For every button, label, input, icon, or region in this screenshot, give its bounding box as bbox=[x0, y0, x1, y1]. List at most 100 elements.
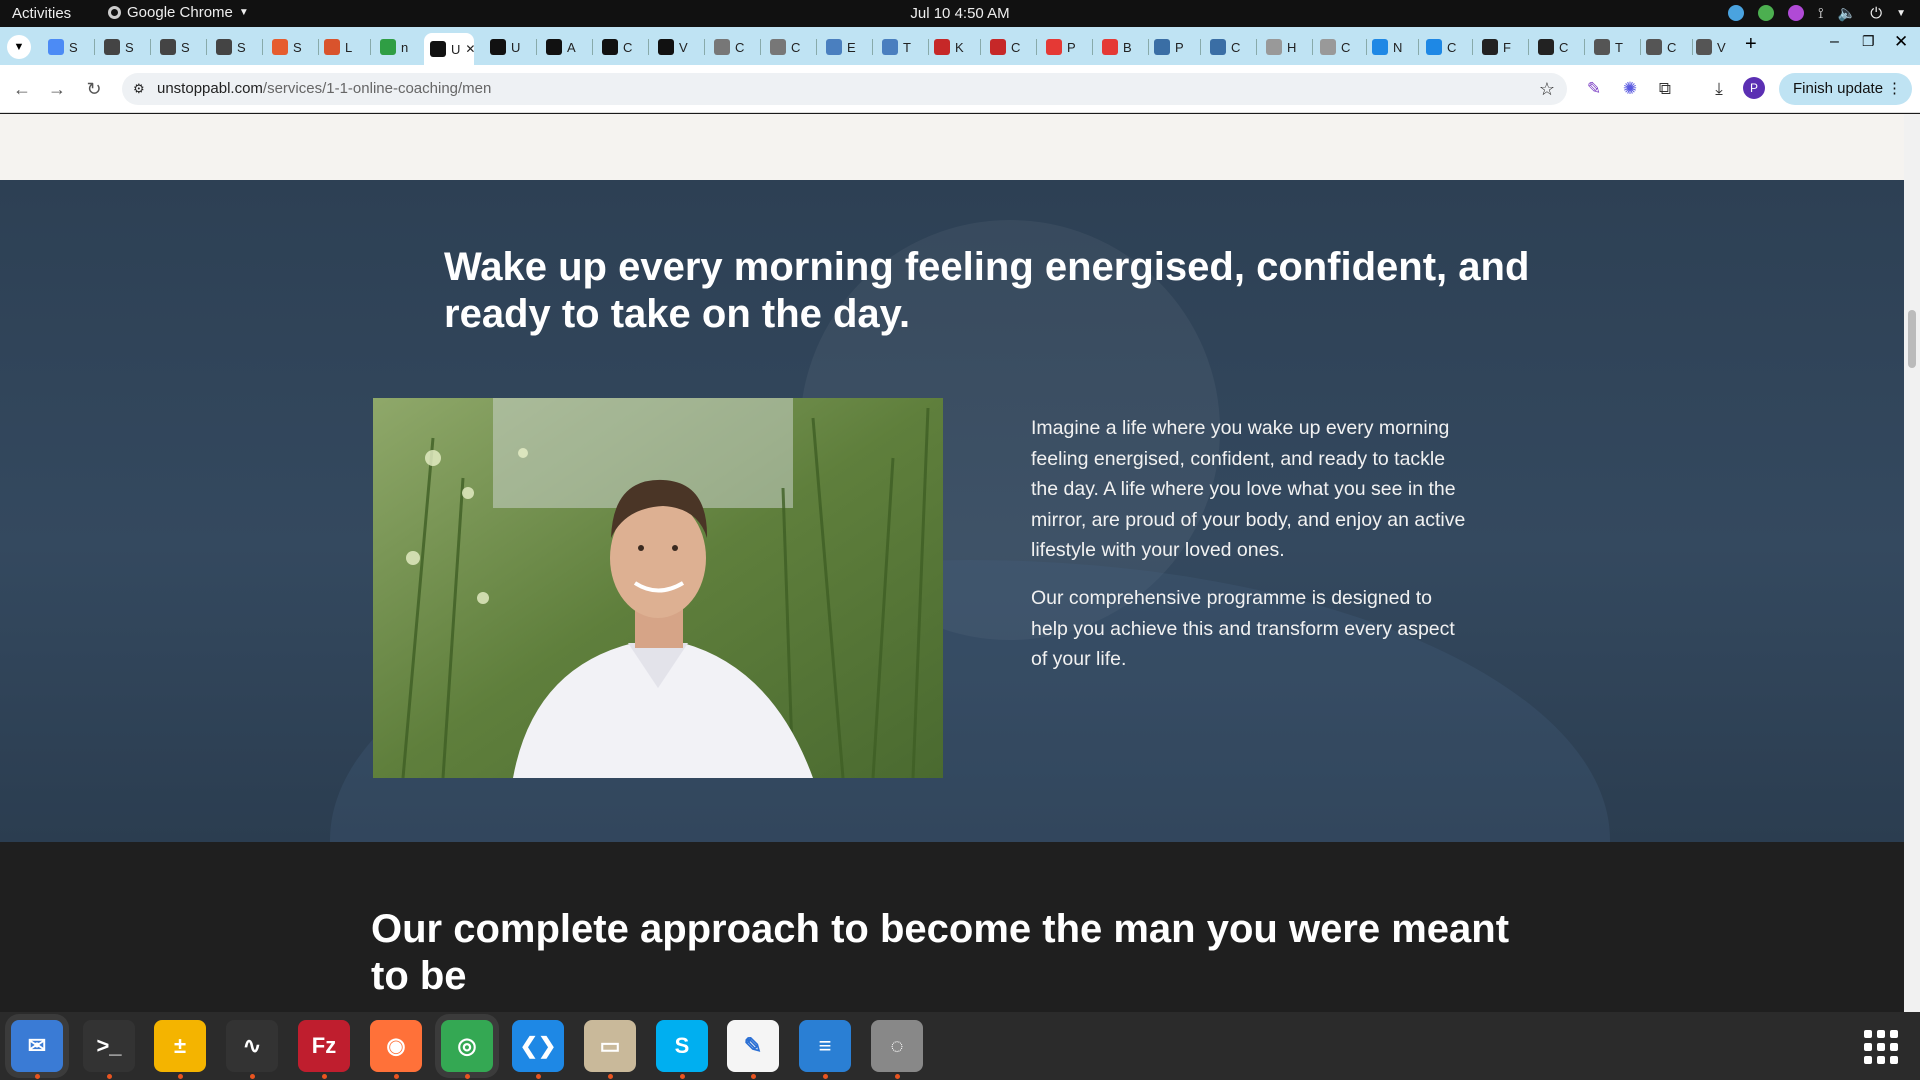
address-bar[interactable]: ⚙ unstoppabl.com/services/1-1-online-coa… bbox=[122, 73, 1567, 105]
running-indicator bbox=[823, 1074, 828, 1079]
system-monitor-icon[interactable]: ∿ bbox=[226, 1020, 278, 1072]
back-button[interactable]: ← bbox=[10, 77, 34, 101]
browser-tab[interactable]: P bbox=[1040, 33, 1096, 61]
browser-tab[interactable]: T bbox=[1588, 33, 1644, 61]
browser-tab[interactable]: V bbox=[652, 33, 708, 61]
tab-label: V bbox=[679, 39, 688, 55]
download-icon[interactable]: ⤓ bbox=[1707, 77, 1731, 101]
browser-tab[interactable]: C bbox=[764, 33, 820, 61]
tab-separator bbox=[1256, 39, 1257, 55]
hero-section: Wake up every morning feeling energised,… bbox=[0, 180, 1904, 1012]
tab-label: C bbox=[1231, 39, 1241, 55]
skype-icon[interactable]: S bbox=[656, 1020, 708, 1072]
browser-tab[interactable]: K bbox=[928, 33, 984, 61]
browser-tab[interactable]: U bbox=[484, 33, 540, 61]
browser-tab[interactable]: V bbox=[1690, 33, 1746, 61]
tab-favicon-icon bbox=[1538, 39, 1554, 55]
terminal-icon[interactable]: >_ bbox=[83, 1020, 135, 1072]
browser-tab[interactable]: B bbox=[1096, 33, 1152, 61]
tray-app-icon-2[interactable] bbox=[1757, 5, 1774, 21]
minimize-button[interactable]: – bbox=[1830, 33, 1839, 51]
chrome-icon[interactable]: ◎ bbox=[441, 1020, 493, 1072]
tab-separator bbox=[980, 39, 981, 55]
profile-avatar[interactable]: P bbox=[1743, 77, 1765, 99]
browser-tab[interactable]: S bbox=[42, 33, 98, 61]
close-tab-icon[interactable]: ✕ bbox=[465, 42, 475, 56]
filezilla-icon[interactable]: Fz bbox=[298, 1020, 350, 1072]
text-editor-icon[interactable]: ✎ bbox=[727, 1020, 779, 1072]
tab-favicon-icon bbox=[48, 39, 64, 55]
browser-tab[interactable]: E bbox=[820, 33, 876, 61]
tray-app-icon-1[interactable] bbox=[1727, 5, 1744, 21]
tab-favicon-icon bbox=[1102, 39, 1118, 55]
finish-update-button[interactable]: Finish update ⋮ bbox=[1779, 73, 1912, 105]
site-info-icon[interactable]: ⚙ bbox=[133, 73, 145, 105]
close-window-button[interactable]: ✕ bbox=[1894, 32, 1908, 52]
new-tab-button[interactable]: + bbox=[1745, 33, 1757, 56]
tab-label: L bbox=[345, 39, 353, 55]
browser-tab[interactable]: F bbox=[1476, 33, 1532, 61]
browser-tab[interactable]: P bbox=[1148, 33, 1204, 61]
vscode-icon[interactable]: ❮❯ bbox=[512, 1020, 564, 1072]
network-icon[interactable]: ⟟ bbox=[1818, 5, 1824, 22]
scrollbar-thumb[interactable] bbox=[1908, 310, 1916, 368]
tab-search-icon[interactable]: ▼ bbox=[7, 35, 31, 59]
forward-button[interactable]: → bbox=[45, 77, 69, 101]
tab-label: C bbox=[1667, 39, 1677, 55]
browser-tab[interactable]: S bbox=[154, 33, 210, 61]
system-tray[interactable]: ⟟ 🔈 ⏻ ▼ bbox=[1727, 4, 1906, 22]
extension-icon[interactable]: ✺ bbox=[1618, 77, 1642, 101]
browser-tab[interactable]: C bbox=[1420, 33, 1476, 61]
browser-tab[interactable]: A bbox=[540, 33, 596, 61]
tab-favicon-icon bbox=[882, 39, 898, 55]
tab-favicon-icon bbox=[490, 39, 506, 55]
tray-app-icon-3[interactable] bbox=[1787, 5, 1804, 21]
tab-separator bbox=[872, 39, 873, 55]
browser-tab[interactable]: S bbox=[210, 33, 266, 61]
show-apps-grid-icon[interactable] bbox=[1864, 1030, 1898, 1064]
power-icon[interactable]: ⏻ bbox=[1870, 5, 1882, 22]
tab-separator bbox=[1528, 39, 1529, 55]
extensions-puzzle-icon[interactable]: ⧉ bbox=[1653, 77, 1677, 101]
disk-tool-icon[interactable]: ◌ bbox=[871, 1020, 923, 1072]
bookmark-star-icon[interactable]: ☆ bbox=[1539, 73, 1555, 105]
page-scrollbar[interactable] bbox=[1904, 114, 1920, 1012]
tab-separator bbox=[592, 39, 593, 55]
browser-tab[interactable]: T bbox=[876, 33, 932, 61]
browser-tab[interactable]: H bbox=[1260, 33, 1316, 61]
chevron-down-icon[interactable]: ▼ bbox=[1896, 8, 1906, 19]
tab-separator bbox=[536, 39, 537, 55]
running-indicator bbox=[107, 1074, 112, 1079]
tab-favicon-icon bbox=[1372, 39, 1388, 55]
taskbar-dock: ✉ >_ ± ∿ Fz ◉ ◎ ❮❯ ▭ S ✎ ≡ ◌ bbox=[0, 1012, 1920, 1080]
files-icon[interactable]: ▭ bbox=[584, 1020, 636, 1072]
running-indicator bbox=[751, 1074, 756, 1079]
pen-extension-icon[interactable]: ✎ bbox=[1582, 77, 1606, 101]
calculator-icon[interactable]: ± bbox=[154, 1020, 206, 1072]
browser-tab[interactable]: L bbox=[318, 33, 374, 61]
browser-tab[interactable]: C bbox=[708, 33, 764, 61]
clock[interactable]: Jul 10 4:50 AM bbox=[0, 5, 1920, 22]
hero-heading: Wake up every morning feeling energised,… bbox=[444, 245, 1530, 336]
browser-tab[interactable]: C bbox=[1532, 33, 1588, 61]
running-indicator bbox=[250, 1074, 255, 1079]
browser-tab[interactable]: S bbox=[266, 33, 322, 61]
tab-label: K bbox=[955, 39, 964, 55]
browser-tab[interactable]: S bbox=[98, 33, 154, 61]
writer-icon[interactable]: ≡ bbox=[799, 1020, 851, 1072]
browser-tab[interactable]: U ✕ bbox=[424, 33, 475, 65]
browser-tab[interactable]: C bbox=[1314, 33, 1370, 61]
running-indicator bbox=[680, 1074, 685, 1079]
volume-icon[interactable]: 🔈 bbox=[1838, 4, 1857, 22]
browser-tab[interactable]: C bbox=[596, 33, 652, 61]
browser-tab[interactable]: n bbox=[374, 33, 430, 61]
browser-tab[interactable]: C bbox=[984, 33, 1040, 61]
browser-tab[interactable]: C bbox=[1640, 33, 1696, 61]
reload-button[interactable]: ↻ bbox=[82, 77, 106, 101]
thunderbird-icon[interactable]: ✉ bbox=[11, 1020, 63, 1072]
browser-tab[interactable]: N bbox=[1366, 33, 1422, 61]
tab-separator bbox=[262, 39, 263, 55]
restore-button[interactable]: ❐ bbox=[1862, 33, 1875, 50]
firefox-icon[interactable]: ◉ bbox=[370, 1020, 422, 1072]
browser-tab[interactable]: C bbox=[1204, 33, 1260, 61]
